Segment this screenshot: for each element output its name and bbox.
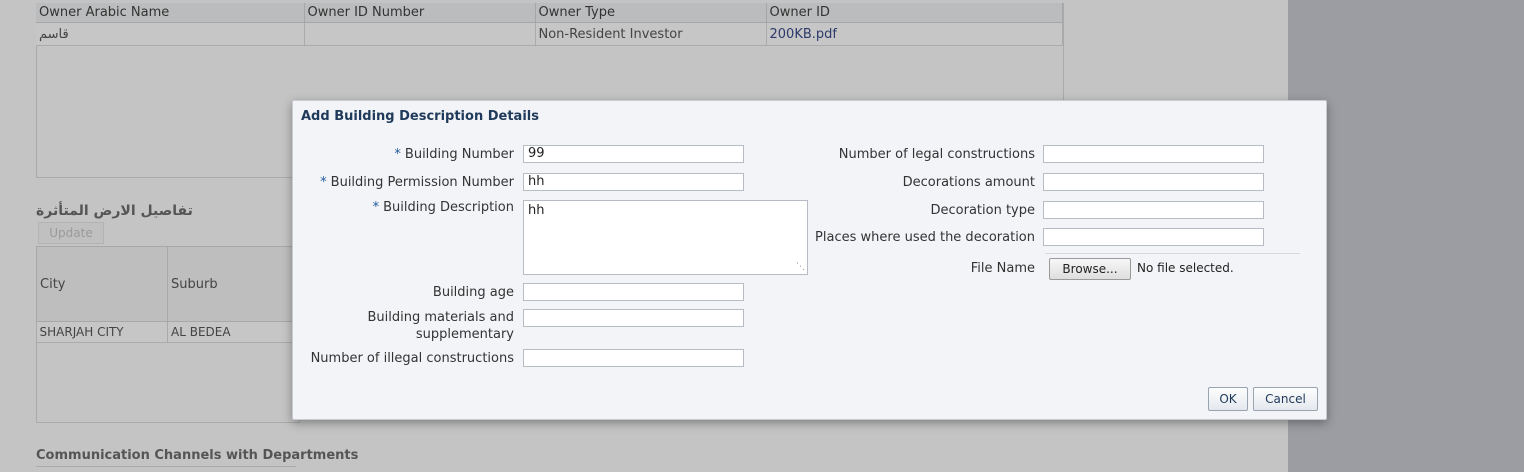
building-description-textarea[interactable]: hh ⋱ [523, 200, 808, 275]
building-materials-input[interactable] [523, 309, 744, 327]
column-header-owner-arabic-name[interactable]: Owner Arabic Name [36, 3, 305, 23]
resize-grip-icon[interactable]: ⋱ [796, 262, 805, 272]
building-materials-label: Building materials and supplementary [367, 310, 515, 342]
legal-constructions-label: Number of legal constructions [838, 147, 1035, 162]
column-header-suburb[interactable]: Suburb [167, 246, 299, 322]
divider [36, 466, 296, 467]
file-name-label: File Name [970, 261, 1035, 276]
ok-button[interactable]: OK [1208, 387, 1248, 411]
decoration-type-input[interactable] [1043, 201, 1264, 219]
add-building-description-dialog: Add Building Description Details * Buildi… [292, 100, 1327, 420]
building-permission-number-input[interactable] [523, 173, 744, 191]
table-row[interactable]: SHARJAH CITY AL BEDEA [36, 321, 299, 343]
column-header-owner-id-number[interactable]: Owner ID Number [304, 3, 536, 23]
update-button[interactable]: Update [38, 222, 104, 244]
owners-table: Owner Arabic Name Owner ID Number Owner … [36, 3, 1063, 46]
decorations-amount-input[interactable] [1043, 173, 1264, 191]
building-number-input[interactable] [523, 145, 744, 163]
building-age-input[interactable] [523, 283, 744, 301]
owners-header-row: Owner Arabic Name Owner ID Number Owner … [36, 3, 1063, 23]
required-marker: * [372, 200, 380, 215]
land-table: City Suburb SHARJAH CITY AL BEDEA [36, 246, 299, 343]
browse-button[interactable]: Browse... [1049, 258, 1131, 280]
decorations-amount-label: Decorations amount [902, 175, 1035, 190]
column-header-owner-type[interactable]: Owner Type [535, 3, 767, 23]
building-age-label: Building age [432, 285, 514, 300]
file-status-text: No file selected. [1137, 261, 1234, 275]
land-header-row: City Suburb [36, 246, 299, 322]
city-cell: SHARJAH CITY [36, 321, 168, 343]
suburb-cell: AL BEDEA [167, 321, 299, 343]
owner-type-cell: Non-Resident Investor [535, 22, 767, 46]
owner-id-file-link[interactable]: 200KB.pdf [770, 27, 837, 42]
table-row[interactable]: قاسم Non-Resident Investor 200KB.pdf [36, 22, 1063, 46]
owner-id-cell: 200KB.pdf [766, 22, 1063, 46]
required-marker: * [394, 147, 401, 162]
communication-section-title: Communication Channels with Departments [36, 448, 359, 463]
building-description-label: * Building Description [372, 200, 514, 215]
illegal-constructions-label: Number of illegal constructions [310, 351, 514, 366]
decoration-type-label: Decoration type [930, 203, 1036, 218]
decoration-places-label: Places where used the decoration [815, 230, 1035, 245]
required-marker: * [320, 175, 327, 190]
column-header-city[interactable]: City [36, 246, 168, 322]
dialog-title: Add Building Description Details [301, 109, 539, 124]
building-permission-number-label: * Building Permission Number [320, 175, 514, 190]
building-number-label: * Building Number [394, 147, 514, 162]
owner-arabic-name-cell: قاسم [36, 22, 305, 46]
owner-id-number-cell [304, 22, 536, 46]
decoration-places-input[interactable] [1043, 228, 1264, 246]
legal-constructions-input[interactable] [1043, 145, 1264, 163]
column-header-owner-id[interactable]: Owner ID [766, 3, 1063, 23]
illegal-constructions-input[interactable] [523, 349, 744, 367]
land-section-title: تفاصيل الارض المتأثرة [36, 203, 193, 219]
cancel-button[interactable]: Cancel [1253, 387, 1318, 411]
